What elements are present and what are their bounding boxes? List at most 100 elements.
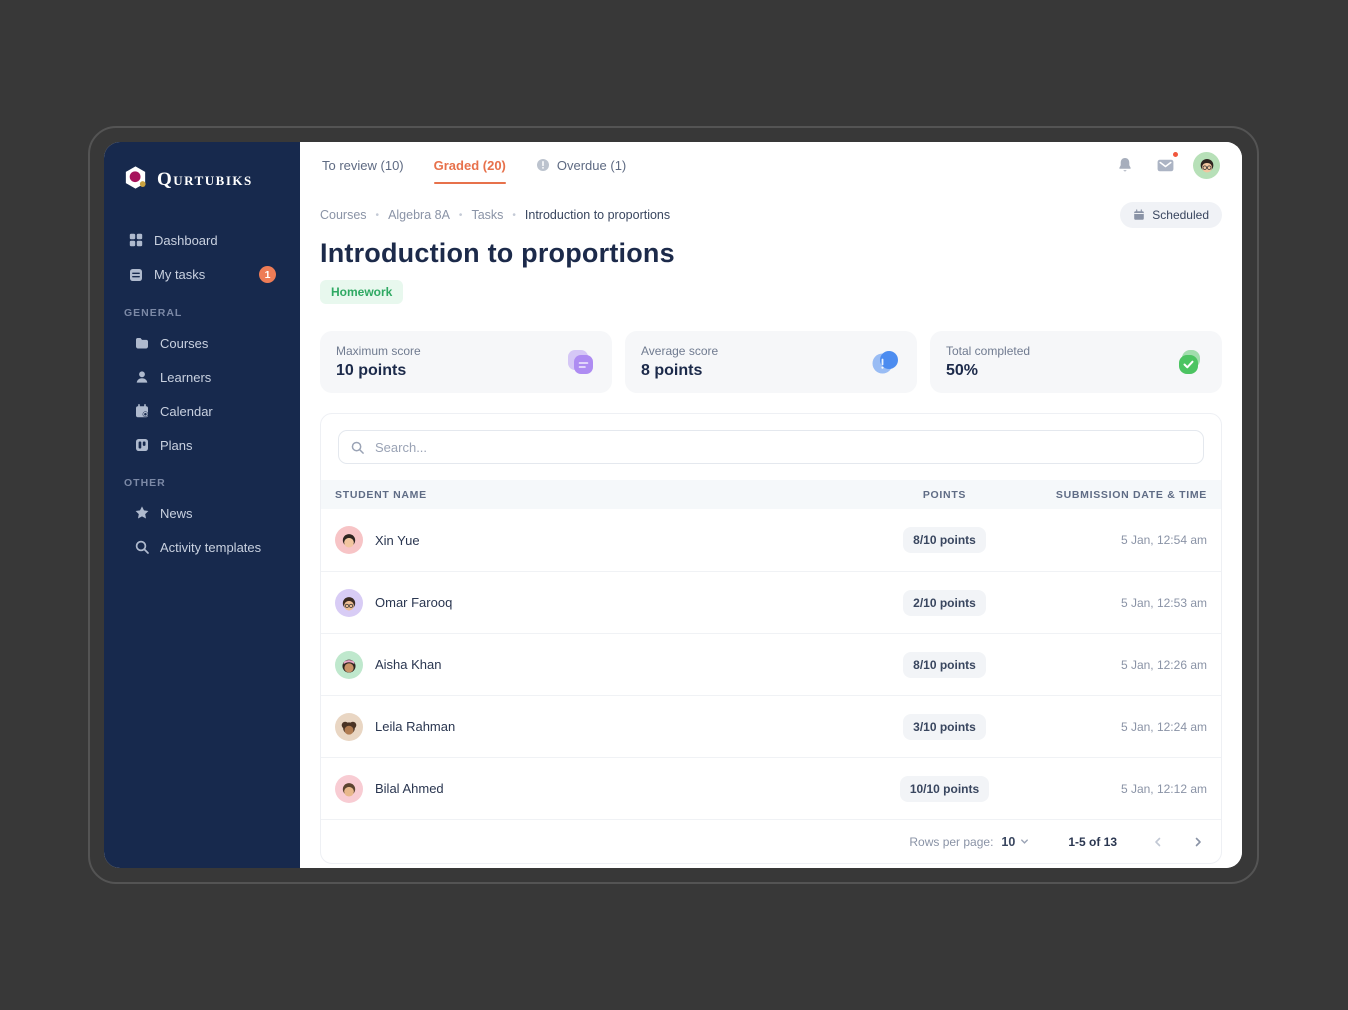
sidebar-item-label: Activity templates [160,540,261,555]
main-area: To review (10) Graded (20) Overdue (1) [300,142,1242,868]
logo-icon [122,164,149,196]
table-row[interactable]: Omar Farooq 2/10 points 5 Jan, 12:53 am [321,571,1221,633]
stats-row: Maximum score 10 points Average score [320,331,1222,393]
sidebar-item-label: Dashboard [154,233,218,248]
calendar-icon [1133,209,1145,221]
sidebar-item-my-tasks[interactable]: My tasks 1 [122,258,282,291]
sidebar-item-label: News [160,506,193,521]
stat-label: Total completed [946,344,1030,358]
user-avatar[interactable] [1193,152,1220,179]
topbar: To review (10) Graded (20) Overdue (1) [300,142,1242,188]
next-page-button[interactable] [1191,835,1205,849]
table-row[interactable]: Leila Rahman 3/10 points 5 Jan, 12:24 am [321,695,1221,757]
sidebar-section-general: General [124,307,282,319]
student-avatar [335,651,363,679]
submission-date: 5 Jan, 12:53 am [1121,596,1207,610]
stat-card-maximum-score: Maximum score 10 points [320,331,612,393]
sidebar-item-label: Calendar [160,404,213,419]
sidebar-item-label: My tasks [154,267,205,282]
submission-date: 5 Jan, 12:26 am [1121,658,1207,672]
breadcrumb-tasks[interactable]: Tasks [471,208,503,222]
table-row[interactable]: Aisha Khan 8/10 points 5 Jan, 12:26 am [321,633,1221,695]
status-badge: Scheduled [1120,202,1222,228]
tab-overdue[interactable]: Overdue (1) [536,142,626,188]
page-content: Courses • Algebra 8A • Tasks • Introduct… [300,188,1242,868]
sidebar-item-plans[interactable]: Plans [122,429,282,461]
check-badge-icon [1174,346,1206,378]
submission-date: 5 Jan, 12:54 am [1121,533,1207,547]
search-bar [321,414,1221,480]
student-name: Xin Yue [375,533,420,548]
table-footer: Rows per page: 10 1-5 of 13 [321,819,1221,863]
submission-date: 5 Jan, 12:24 am [1121,720,1207,734]
table-body: Xin Yue 8/10 points 5 Jan, 12:54 am Omar… [321,509,1221,819]
breadcrumb-separator: • [459,210,463,221]
sidebar-item-activity-templates[interactable]: Activity templates [122,531,282,563]
breadcrumb: Courses • Algebra 8A • Tasks • Introduct… [320,208,670,222]
rows-per-page-label: Rows per page: [909,835,993,849]
stat-label: Average score [641,344,718,358]
chevron-down-icon [1019,836,1030,847]
sidebar-item-dashboard[interactable]: Dashboard [122,224,282,256]
stat-value: 8 points [641,362,718,380]
column-submission-date: Submission date & time [1032,489,1207,501]
student-avatar [335,589,363,617]
bell-icon [1116,156,1134,174]
stat-value: 50% [946,362,1030,380]
logo[interactable]: Qurtubiks [122,164,282,196]
points-badge: 2/10 points [903,590,986,616]
sidebar-item-news[interactable]: News [122,497,282,529]
tab-bar: To review (10) Graded (20) Overdue (1) [322,142,626,188]
sidebar-item-learners[interactable]: Learners [122,361,282,393]
person-icon [134,369,150,385]
mail-icon [1156,156,1175,175]
table-row[interactable]: Xin Yue 8/10 points 5 Jan, 12:54 am [321,509,1221,571]
previous-page-button[interactable] [1151,835,1165,849]
stat-card-total-completed: Total completed 50% [930,331,1222,393]
student-name: Leila Rahman [375,719,455,734]
stat-card-average-score: Average score 8 points [625,331,917,393]
tab-to-review[interactable]: To review (10) [322,142,404,188]
rows-per-page-select[interactable]: 10 [1001,835,1030,849]
tasks-icon [128,267,144,283]
breadcrumb-separator: • [376,210,380,221]
unread-indicator [1172,151,1179,158]
submission-date: 5 Jan, 12:12 am [1121,782,1207,796]
table-header: Student name Points Submission date & ti… [321,480,1221,509]
search-icon [134,539,150,555]
student-avatar [335,713,363,741]
overdue-status-icon [536,158,550,172]
homework-tag: Homework [320,280,403,304]
calendar-clock-icon [134,403,150,419]
students-table-card: Student name Points Submission date & ti… [320,413,1222,864]
points-badge: 8/10 points [903,527,986,553]
breadcrumb-separator: • [512,210,516,221]
points-badge: 3/10 points [903,714,986,740]
tab-graded[interactable]: Graded (20) [434,142,506,188]
breadcrumb-row: Courses • Algebra 8A • Tasks • Introduct… [320,202,1222,228]
search-icon [350,440,365,455]
sidebar: Qurtubiks Dashboard My tasks 1 General [104,142,300,868]
sidebar-item-courses[interactable]: Courses [122,327,282,359]
search-input[interactable] [338,430,1204,464]
points-badge: 10/10 points [900,776,989,802]
info-circle-icon [869,346,901,378]
sidebar-item-label: Courses [160,336,208,351]
rows-per-page-value: 10 [1001,835,1015,849]
messages-button[interactable] [1153,153,1177,177]
topbar-actions [1113,152,1220,179]
breadcrumb-courses[interactable]: Courses [320,208,367,222]
notifications-button[interactable] [1113,153,1137,177]
sidebar-item-label: Plans [160,438,193,453]
kanban-icon [134,437,150,453]
sidebar-item-calendar[interactable]: Calendar [122,395,282,427]
student-avatar [335,775,363,803]
stat-label: Maximum score [336,344,421,358]
column-points: Points [857,489,1032,501]
student-name: Omar Farooq [375,595,452,610]
table-row[interactable]: Bilal Ahmed 10/10 points 5 Jan, 12:12 am [321,757,1221,819]
tab-label: To review (10) [322,158,404,173]
breadcrumb-algebra-8a[interactable]: Algebra 8A [388,208,450,222]
sidebar-item-label: Learners [160,370,211,385]
folder-icon [134,335,150,351]
